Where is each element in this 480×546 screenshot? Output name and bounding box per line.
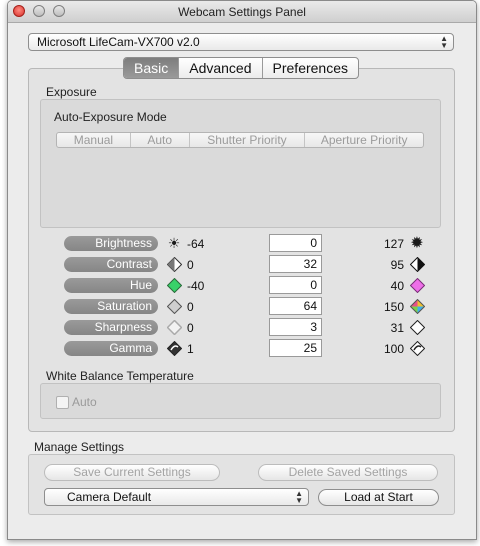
sharpness-low-icon xyxy=(166,319,182,335)
exposure-section-label: Exposure xyxy=(46,85,97,99)
settings-preset-select[interactable]: Camera Default ▲ ▼ xyxy=(44,488,309,506)
hue-pink-icon xyxy=(409,277,425,293)
white-balance-section-label: White Balance Temperature xyxy=(46,369,194,383)
contrast-min: 0 xyxy=(187,258,194,272)
saturation-min: 0 xyxy=(187,300,194,314)
contrast-high-icon xyxy=(409,256,425,272)
white-balance-box xyxy=(40,383,441,419)
saturation-field[interactable]: 64 xyxy=(269,297,322,315)
brightness-min: -64 xyxy=(187,237,205,251)
contrast-label[interactable]: Contrast xyxy=(64,257,158,272)
updown-arrows-icon: ▲ ▼ xyxy=(295,489,303,505)
camera-select[interactable]: Microsoft LifeCam-VX700 v2.0 ▲ ▼ xyxy=(28,33,454,51)
white-balance-auto-label: Auto xyxy=(72,395,97,409)
contrast-low-icon xyxy=(166,256,182,272)
tab-bar: Basic Advanced Preferences xyxy=(123,57,359,79)
camera-select-value: Microsoft LifeCam-VX700 v2.0 xyxy=(37,35,200,49)
exposure-mode-auto[interactable]: Auto xyxy=(129,133,189,147)
hue-label[interactable]: Hue xyxy=(64,278,158,293)
gamma-min: 1 xyxy=(187,342,194,356)
exposure-mode-manual[interactable]: Manual xyxy=(57,133,130,147)
gamma-label[interactable]: Gamma xyxy=(64,341,158,356)
manage-settings-section-label: Manage Settings xyxy=(34,440,125,454)
saturation-low-icon xyxy=(166,298,182,314)
title-bar[interactable]: Webcam Settings Panel xyxy=(8,1,476,23)
exposure-mode-aperture-priority[interactable]: Aperture Priority xyxy=(304,133,423,147)
hue-green-icon xyxy=(166,277,182,293)
contrast-max: 95 xyxy=(390,258,404,272)
auto-exposure-mode-label: Auto-Exposure Mode xyxy=(54,110,167,124)
exposure-mode-shutter-priority[interactable]: Shutter Priority xyxy=(188,133,305,147)
exposure-mode-control: Manual Auto Shutter Priority Aperture Pr… xyxy=(56,132,424,148)
contrast-field[interactable]: 32 xyxy=(269,255,322,273)
white-balance-auto-checkbox[interactable] xyxy=(56,396,69,409)
save-current-settings-button[interactable]: Save Current Settings xyxy=(44,464,220,481)
settings-preset-value: Camera Default xyxy=(67,490,152,504)
hue-max: 40 xyxy=(390,279,404,293)
hue-min: -40 xyxy=(187,279,205,293)
sun-icon: ☀ xyxy=(167,234,181,251)
sharpness-min: 0 xyxy=(187,321,194,335)
webcam-settings-window: Webcam Settings Panel Microsoft LifeCam-… xyxy=(7,0,477,540)
updown-arrows-icon: ▲ ▼ xyxy=(440,34,448,50)
saturation-max: 150 xyxy=(383,300,404,314)
tab-basic[interactable]: Basic xyxy=(124,58,179,78)
brightness-field[interactable]: 0 xyxy=(269,234,322,252)
load-at-start-button[interactable]: Load at Start xyxy=(318,489,439,506)
sharpness-max: 31 xyxy=(390,321,404,335)
gamma-high-icon xyxy=(409,340,425,356)
gamma-max: 100 xyxy=(383,342,404,356)
tab-preferences[interactable]: Preferences xyxy=(261,58,358,78)
brightness-label[interactable]: Brightness xyxy=(64,236,158,251)
saturation-label[interactable]: Saturation xyxy=(64,299,158,314)
saturation-high-icon xyxy=(409,298,425,314)
hue-field[interactable]: 0 xyxy=(269,276,322,294)
gamma-low-icon xyxy=(166,340,182,356)
gamma-field[interactable]: 25 xyxy=(269,339,322,357)
tab-advanced[interactable]: Advanced xyxy=(178,58,261,78)
window-title: Webcam Settings Panel xyxy=(178,5,306,19)
delete-saved-settings-button[interactable]: Delete Saved Settings xyxy=(258,464,438,481)
brightness-max: 127 xyxy=(383,237,404,251)
sharpness-field[interactable]: 3 xyxy=(269,318,322,336)
sun-bold-icon: ✹ xyxy=(410,235,424,252)
sharpness-high-icon xyxy=(409,319,425,335)
sharpness-label[interactable]: Sharpness xyxy=(64,320,158,335)
